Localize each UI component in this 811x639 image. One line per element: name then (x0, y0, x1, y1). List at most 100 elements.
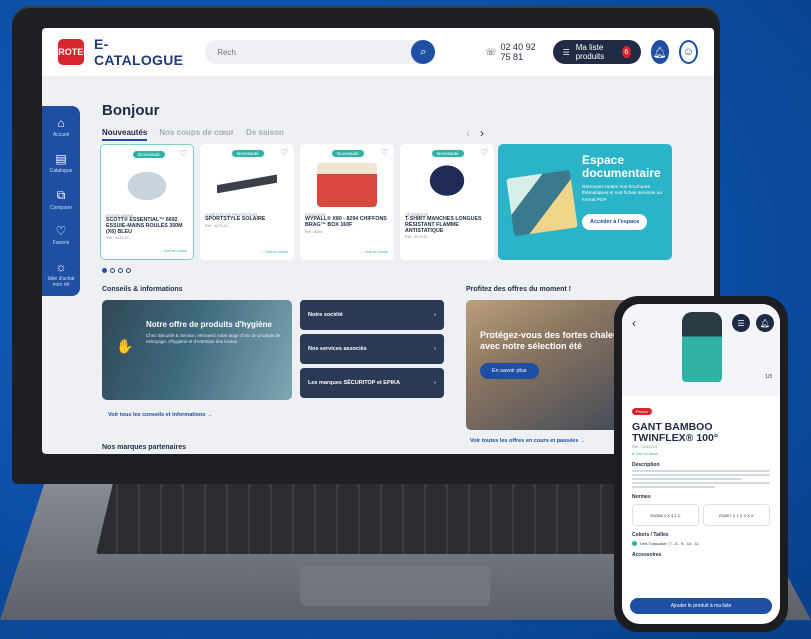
product-card[interactable]: Nouveauté ♡ VÊTEMENTS T-SHIRT MANCHES LO… (400, 144, 494, 260)
document-space-text: Retrouvez toutes nos brochures thématiqu… (582, 185, 662, 203)
product-ref: Réf : 1675-01 (405, 235, 429, 240)
sidebar-item-label: Comparer (49, 205, 73, 211)
learn-more-button[interactable]: En savoir plus (480, 362, 539, 379)
compare-icon: ⧉ (56, 188, 66, 202)
tab-new[interactable]: Nouveautés (102, 128, 148, 141)
chevron-right-icon: › (434, 312, 436, 318)
product-image (217, 163, 277, 207)
accessories-heading: Accessoires (632, 552, 662, 559)
all-advice-link[interactable]: Voir tous les conseils et informations → (108, 412, 212, 418)
chevron-right-icon: › (434, 380, 436, 386)
product-ref: Réf : 8294 (305, 229, 323, 234)
laptop-keyboard (96, 484, 656, 554)
brand-title: E-CATALOGUE (94, 36, 184, 68)
glove-image (682, 312, 722, 382)
sidebar-item-ideas[interactable]: ☼ Idée d'achat mon rêt (42, 260, 80, 296)
notifications-button[interactable]: 🔔︎ (650, 40, 669, 64)
sidebar-item-label: Favoris (52, 240, 70, 246)
sidebar-item-label: Idée d'achat mon rêt (47, 276, 75, 288)
list-icon[interactable]: ☰ (732, 314, 750, 332)
brochures-image (506, 169, 578, 237)
stock-link[interactable]: → Voir en stock (360, 249, 388, 254)
product-image (317, 163, 377, 207)
catalog-icon: ▤ (55, 152, 67, 166)
menu-item-brands[interactable]: Les marques SÉCURITOP et EPIKA › (300, 368, 444, 398)
brand-logo[interactable]: PROTEC (52, 39, 90, 65)
menu-item-label: Notre société (308, 312, 343, 318)
sidebar-item-catalog[interactable]: ▤ Catalogue (42, 152, 80, 188)
product-details: Promo GANT BAMBOO TWINFLEX® 100° Réf : 0… (622, 396, 780, 562)
favorite-heart-icon[interactable]: ♡ (180, 149, 187, 158)
chevron-right-icon: › (434, 346, 436, 352)
stock-link[interactable]: → Voir en stock (159, 248, 187, 253)
color-option[interactable]: Vert-Turquoise / 7 - 8 - 9 - 10 - 11 (632, 541, 770, 547)
sidebar-item-favorites[interactable]: ♡ Favoris (42, 224, 80, 260)
favorite-heart-icon[interactable]: ♡ (281, 148, 288, 157)
carousel-next-icon[interactable]: › (480, 126, 484, 140)
sidebar-item-label: Accueil (52, 132, 70, 138)
stock-link[interactable]: ● Voir en stock (632, 451, 770, 456)
description-heading: Description (632, 462, 660, 469)
document-space-title: Espace documentaire (582, 153, 661, 180)
product-card[interactable]: Nouveauté ♡ LUNETTES DE PROTECTION SPORT… (200, 144, 294, 260)
carousel-dot[interactable] (102, 268, 107, 273)
all-offers-link[interactable]: Voir toutes les offres en cours et passé… (470, 438, 585, 444)
phone-icon: ☏ (485, 46, 497, 57)
bell-icon[interactable]: 🔔︎ (756, 314, 774, 332)
user-icon: ☺ (682, 46, 695, 58)
advice-section-title: Conseils & informations (102, 286, 183, 293)
norms-list: EN388 4 X 4 1 C EN407 X 1 X X X X (632, 504, 770, 527)
product-card[interactable]: Nouveauté ♡ ESSUYAGE WYPALL® X80 - 8294 … (300, 144, 394, 260)
add-to-list-button[interactable]: Ajouter le produit à ma liste (630, 598, 772, 614)
favorite-heart-icon[interactable]: ♡ (481, 148, 488, 157)
carousel-dot[interactable] (110, 268, 115, 273)
norm-card: EN407 X 1 X X X X (703, 504, 770, 527)
greeting: Bonjour (102, 102, 160, 119)
description-text (632, 470, 770, 489)
phone-number: 02 40 92 75 81 (500, 42, 536, 62)
hygiene-offer-title: Notre offre de produits d'hygiène (146, 320, 272, 329)
access-space-button[interactable]: Accéder à l'espace (582, 213, 648, 230)
product-title: GANT BAMBOO TWINFLEX® 100° (632, 421, 719, 445)
laptop-touchpad (300, 566, 490, 606)
carousel-prev-icon[interactable]: ‹ (466, 126, 470, 140)
colors-heading: Coloris / Tailles (632, 532, 669, 539)
promo-badge: Promo (632, 408, 652, 415)
header: PROTEC E-CATALOGUE ⌕ ☏ 02 40 92 75 81 ☰ … (42, 28, 714, 76)
menu-item-services[interactable]: Nos services associés › (300, 334, 444, 364)
color-swatch (632, 541, 637, 547)
product-tabs: Nouveautés Nos coups de cœur De saison (102, 128, 284, 141)
carousel-nav: ‹ › (466, 126, 484, 140)
carousel-dot[interactable] (118, 268, 123, 273)
product-card[interactable]: Nouveauté ♡ ESSUIE-MAINS SCOTT® ESSENTIA… (100, 144, 194, 260)
search-input[interactable] (217, 47, 378, 57)
new-badge: Nouveauté (232, 150, 264, 157)
tab-seasonal[interactable]: De saison (246, 128, 284, 141)
back-icon[interactable]: ‹ (632, 316, 636, 330)
menu-item-label: Les marques SÉCURITOP et EPIKA (308, 380, 401, 386)
hand-wash-icon: ✋ (116, 338, 134, 354)
product-name: SPORTSTYLE SOLAIRE (205, 216, 266, 222)
search-button[interactable]: ⌕ (411, 40, 436, 64)
color-value: Vert-Turquoise / 7 - 8 - 9 - 10 - 11 (640, 541, 699, 547)
product-ref: Réf : 0105724 (632, 444, 658, 450)
product-image (417, 163, 477, 207)
product-name: T-SHIRT MANCHES LONGUES RÉSISTANT FLAMME… (405, 216, 482, 234)
hygiene-offer-card[interactable]: ✋ Notre offre de produits d'hygiène Chez… (102, 300, 292, 400)
sidebar-item-home[interactable]: ⌂ Accueil (42, 116, 80, 152)
list-icon: ☰ (562, 47, 570, 57)
bell-icon: 🔔︎ (652, 46, 667, 59)
carousel-dot[interactable] (126, 268, 131, 273)
product-list-label: Ma liste produits (575, 43, 605, 61)
phone-contact[interactable]: ☏ 02 40 92 75 81 (485, 42, 542, 62)
partners-title: Nos marques partenaires (102, 444, 187, 451)
sidebar-item-compare[interactable]: ⧉ Comparer (42, 188, 80, 224)
favorite-heart-icon[interactable]: ♡ (381, 148, 388, 157)
stock-link[interactable]: → Voir en stock (260, 249, 288, 254)
menu-item-company[interactable]: Notre société › (300, 300, 444, 330)
tab-favorites[interactable]: Nos coups de cœur (159, 128, 234, 141)
account-button[interactable]: ☺ (678, 40, 698, 64)
product-list-button[interactable]: ☰ Ma liste produits 6 (552, 40, 641, 64)
document-space-banner: Espace documentaire Retrouvez toutes nos… (498, 144, 672, 260)
search-icon: ⌕ (420, 45, 427, 58)
